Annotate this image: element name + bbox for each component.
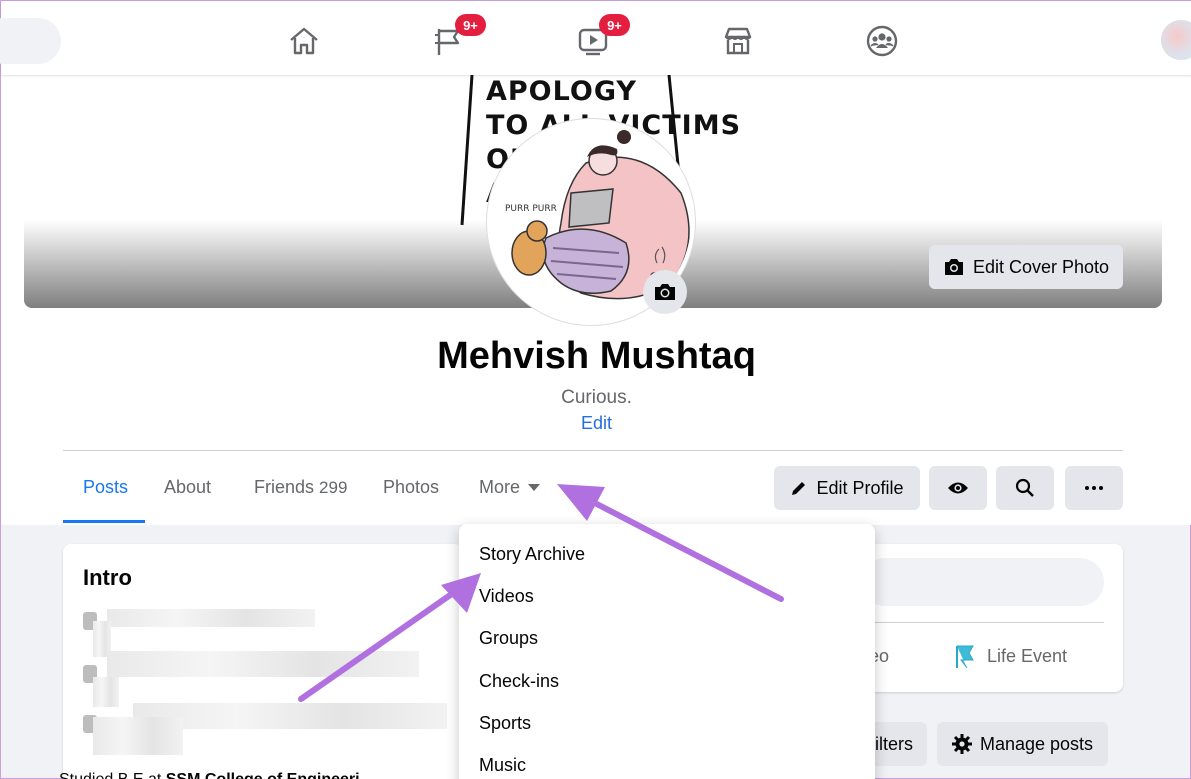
ellipsis-icon (1085, 486, 1103, 490)
menu-item-story-archive[interactable]: Story Archive (479, 544, 585, 565)
profile-name: Mehvish Mushtaq (437, 335, 756, 377)
search-field[interactable] (0, 18, 61, 64)
tab-more[interactable]: More (479, 477, 541, 498)
home-icon[interactable] (282, 21, 326, 61)
life-event-button[interactable]: Life Event (953, 644, 1067, 668)
friends-count: 299 (319, 478, 348, 497)
edit-profile-button[interactable]: Edit Profile (774, 466, 920, 510)
tab-photos[interactable]: Photos (383, 477, 439, 498)
menu-item-check-ins[interactable]: Check-ins (479, 671, 559, 692)
watch-notification-badge: 9+ (599, 14, 630, 36)
life-event-label: Life Event (987, 645, 1068, 666)
eye-icon (948, 482, 968, 494)
active-tab-indicator (63, 520, 145, 523)
blurred-info (107, 609, 315, 627)
menu-item-groups[interactable]: Groups (479, 628, 538, 649)
caret-down-icon (528, 484, 541, 491)
menu-item-sports[interactable]: Sports (479, 713, 531, 734)
tab-more-label: More (479, 477, 521, 497)
search-profile-button[interactable] (996, 466, 1054, 510)
manage-posts-label: Manage posts (979, 733, 1094, 754)
pencil-icon (792, 482, 806, 495)
create-post-card: eo Life Event (861, 544, 1123, 692)
marketplace-shop-icon[interactable] (716, 21, 760, 61)
flag-icon (956, 645, 974, 668)
create-post-input[interactable] (861, 558, 1104, 606)
top-navigation-bar: 9+ 9+ (0, 1, 1191, 75)
search-icon (1015, 478, 1034, 497)
tab-friends[interactable]: Friends 299 (254, 477, 347, 498)
profile-bio: Curious. (561, 387, 632, 408)
blurred-info (107, 651, 419, 677)
account-avatar[interactable] (1161, 20, 1191, 60)
view-as-button[interactable] (929, 466, 987, 510)
menu-item-videos[interactable]: Videos (479, 586, 534, 607)
edit-bio-link[interactable]: Edit (1, 413, 1191, 434)
tab-about[interactable]: About (164, 477, 211, 498)
edit-cover-photo-label: Edit Cover Photo (972, 256, 1110, 277)
tab-posts[interactable]: Posts (83, 477, 128, 498)
edit-cover-photo-button[interactable]: Edit Cover Photo (929, 245, 1123, 289)
header-divider (63, 450, 1123, 451)
education-line: Studied B.E at SSM College of Engineeri.… (59, 771, 373, 779)
camera-icon (944, 259, 963, 275)
gear-icon (951, 734, 972, 754)
update-profile-picture-button[interactable] (643, 270, 687, 314)
camera-icon (655, 284, 675, 300)
edit-profile-label: Edit Profile (816, 477, 904, 498)
more-dropdown-menu: Story Archive Videos Groups Check-ins Sp… (459, 524, 875, 779)
purr-text: PURR PURR (505, 204, 557, 214)
intro-title: Intro (83, 565, 132, 590)
manage-posts-button[interactable]: Manage posts (937, 722, 1108, 766)
menu-item-music[interactable]: Music (479, 755, 526, 776)
groups-icon[interactable] (860, 21, 904, 61)
pages-notification-badge: 9+ (455, 14, 486, 36)
more-options-button[interactable] (1065, 466, 1123, 510)
tab-friends-label: Friends (254, 477, 315, 497)
